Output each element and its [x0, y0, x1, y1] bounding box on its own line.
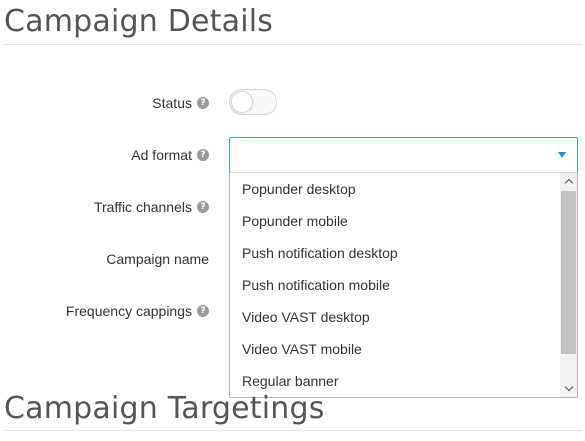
- ad-format-option[interactable]: Regular banner: [242, 373, 339, 389]
- caret-down-icon: [558, 152, 566, 158]
- ad-format-help-icon[interactable]: ?: [197, 149, 209, 161]
- dropdown-scrollbar[interactable]: [560, 173, 577, 397]
- traffic-channels-label: Traffic channels ?: [94, 199, 209, 215]
- ad-format-option[interactable]: Popunder mobile: [242, 213, 348, 229]
- status-label: Status ?: [152, 95, 209, 111]
- campaign-targetings-heading: Campaign Targetings: [4, 391, 325, 426]
- status-toggle[interactable]: [229, 89, 277, 115]
- scrollbar-thumb[interactable]: [561, 191, 576, 354]
- frequency-cappings-label-text: Frequency cappings: [65, 303, 192, 319]
- campaign-name-label: Campaign name: [106, 251, 209, 267]
- campaign-details-heading: Campaign Details: [4, 4, 274, 39]
- traffic-channels-label-text: Traffic channels: [93, 199, 192, 215]
- frequency-cappings-label: Frequency cappings ?: [66, 303, 209, 319]
- ad-format-option[interactable]: Push notification desktop: [242, 245, 398, 261]
- ad-format-option[interactable]: Popunder desktop: [242, 181, 356, 197]
- ad-format-label: Ad format ?: [131, 147, 209, 163]
- ad-format-option[interactable]: Video VAST mobile: [242, 341, 362, 357]
- ad-format-select[interactable]: [229, 137, 578, 173]
- ad-format-option[interactable]: Video VAST desktop: [242, 309, 370, 325]
- status-toggle-knob: [231, 91, 253, 113]
- chevron-up-icon[interactable]: [560, 173, 577, 190]
- ad-format-option[interactable]: Push notification mobile: [242, 277, 390, 293]
- status-help-icon[interactable]: ?: [197, 97, 209, 109]
- frequency-cappings-help-icon[interactable]: ?: [197, 305, 209, 317]
- traffic-channels-help-icon[interactable]: ?: [197, 201, 209, 213]
- section-divider: [4, 44, 582, 45]
- ad-format-dropdown-list: Popunder desktop Popunder mobile Push no…: [229, 172, 578, 398]
- campaign-name-label-text: Campaign name: [106, 251, 209, 267]
- ad-format-label-text: Ad format: [131, 147, 192, 163]
- section-divider: [4, 430, 582, 431]
- chevron-down-icon[interactable]: [560, 380, 577, 397]
- status-label-text: Status: [152, 95, 192, 111]
